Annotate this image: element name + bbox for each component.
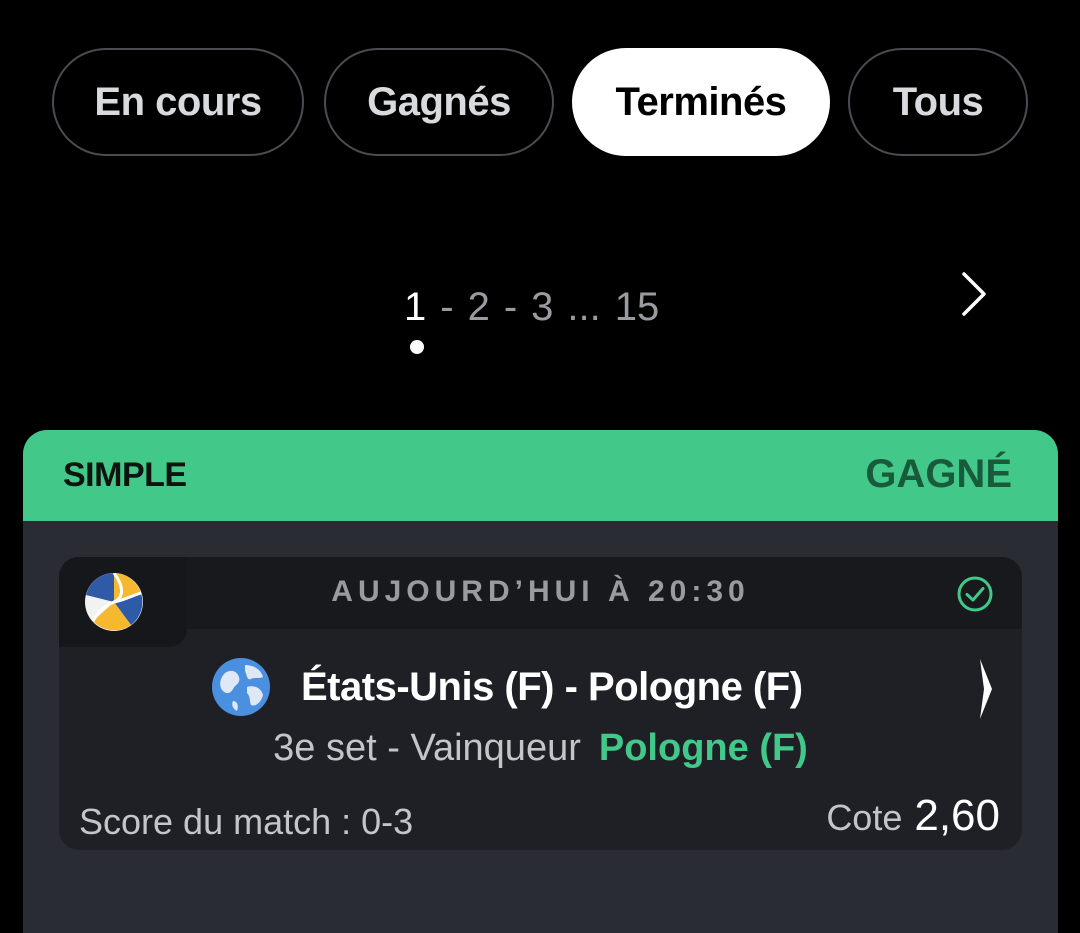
chevron-right-icon[interactable] [976, 653, 996, 725]
page-separator: - [503, 284, 518, 329]
page-3[interactable]: 3 [531, 285, 553, 330]
tab-termines[interactable]: Terminés [572, 48, 830, 156]
event-datetime: AUJOURD’HUI À 20:30 [331, 575, 750, 608]
tab-tous[interactable]: Tous [848, 48, 1028, 156]
page-list: 1 - 2 - 3 ... 15 [404, 282, 659, 332]
chevron-right-icon[interactable] [948, 270, 996, 318]
event-name: États-Unis (F) - Pologne (F) [301, 665, 803, 709]
bet-card[interactable]: SIMPLE GAGNÉ AUJOURD’HUI À 20:30 États-U… [23, 430, 1058, 933]
page-ellipsis: ... [567, 284, 601, 329]
odds-value: 2,60 [914, 791, 1000, 840]
volleyball-icon [85, 573, 143, 631]
market-name: 3e set - Vainqueur [273, 727, 581, 769]
my-bets-screen: En cours Gagnés Terminés Tous 1 - 2 - 3 … [0, 0, 1080, 933]
tab-en-cours[interactable]: En cours [52, 48, 304, 156]
bet-type: SIMPLE [63, 456, 187, 494]
odds: Cote 2,60 [826, 791, 1000, 841]
bet-selection[interactable]: AUJOURD’HUI À 20:30 États-Unis (F) - Pol… [59, 557, 1022, 850]
current-page-indicator [410, 340, 424, 354]
page-1[interactable]: 1 [404, 285, 426, 330]
filter-tabs: En cours Gagnés Terminés Tous [0, 48, 1080, 160]
globe-icon [212, 658, 270, 716]
sport-badge [59, 557, 187, 647]
tab-gagnes[interactable]: Gagnés [324, 48, 554, 156]
bet-header: SIMPLE GAGNÉ [23, 430, 1058, 521]
odds-label: Cote [826, 797, 903, 838]
page-separator: - [440, 284, 454, 329]
market-line: 3e set - Vainqueur Pologne (F) [59, 727, 1022, 770]
page-2[interactable]: 2 [468, 285, 490, 330]
match-score: Score du match : 0-3 [79, 801, 414, 842]
pagination: 1 - 2 - 3 ... 15 [0, 272, 1080, 362]
bet-status: GAGNÉ [865, 452, 1012, 496]
check-circle-icon [957, 576, 993, 612]
selected-pick: Pologne (F) [598, 727, 808, 769]
page-15[interactable]: 15 [615, 285, 660, 330]
